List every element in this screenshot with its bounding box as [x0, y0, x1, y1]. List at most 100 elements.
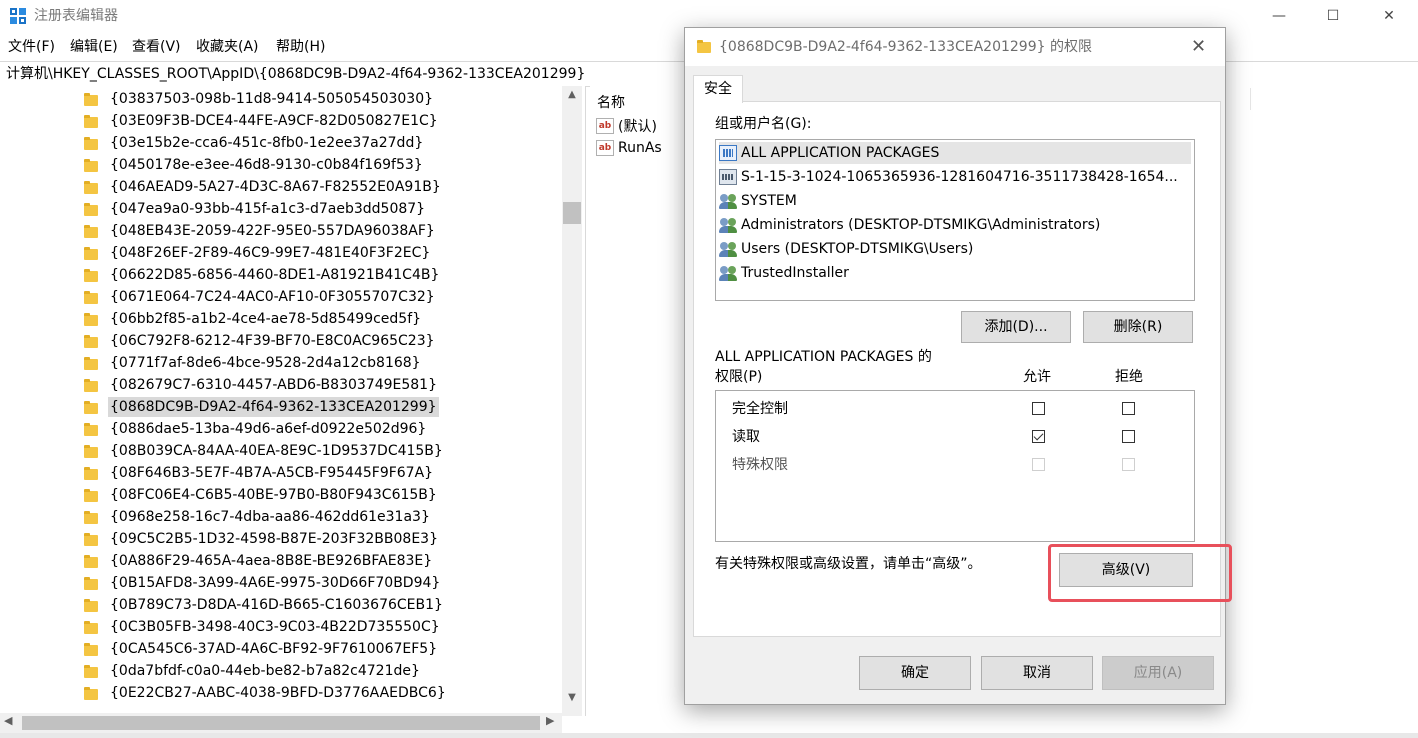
user-list-item[interactable]: ALL APPLICATION PACKAGES [719, 142, 1191, 164]
menu-file[interactable]: 文件(F) [8, 38, 55, 56]
tree-item[interactable]: {06bb2f85-a1b2-4ce4-ae78-5d85499ced5f} [84, 308, 423, 330]
folder-icon [84, 312, 98, 326]
add-button[interactable]: 添加(D)... [961, 311, 1071, 343]
tree-item[interactable]: {048EB43E-2059-422F-95E0-557DA96038AF} [84, 220, 437, 242]
tree-item[interactable]: {0B789C73-D8DA-416D-B665-C1603676CEB1} [84, 594, 445, 616]
menu-help[interactable]: 帮助(H) [276, 38, 325, 56]
tree-item[interactable]: {0671E064-7C24-4AC0-AF10-0F3055707C32} [84, 286, 437, 308]
group-or-user-label: 组或用户名(G): [715, 116, 812, 132]
user-list-item[interactable]: Users (DESKTOP-DTSMIKG\Users) [719, 238, 1191, 260]
deny-column-header: 拒绝 [1115, 369, 1143, 385]
tree-item[interactable]: {0C3B05FB-3498-40C3-9C03-4B22D735550C} [84, 616, 442, 638]
scroll-down-arrow-icon[interactable]: ▼ [562, 692, 582, 708]
menu-view[interactable]: 查看(V) [132, 38, 181, 56]
remove-button[interactable]: 删除(R) [1083, 311, 1193, 343]
user-list[interactable]: ALL APPLICATION PACKAGES S-1-15-3-1024-10… [715, 139, 1195, 301]
tree-item-label: {0da7bfdf-c0a0-44eb-be82-b7a82c4721de} [110, 663, 420, 679]
tree-item-label: {06bb2f85-a1b2-4ce4-ae78-5d85499ced5f} [110, 311, 422, 327]
tree-item[interactable]: {03837503-098b-11d8-9414-505054503030} [84, 88, 435, 110]
close-window-button[interactable]: ✕ [1366, 0, 1412, 32]
sid-icon [719, 169, 737, 185]
tree-item[interactable]: {03e15b2e-cca6-451c-8fb0-1e2ee37a27dd} [84, 132, 425, 154]
permissions-list: 完全控制 读取 特殊权限 [715, 390, 1195, 542]
tree-item[interactable]: {0A886F29-465A-4aea-8B8E-BE926BFAE83E} [84, 550, 434, 572]
tree-item[interactable]: {082679C7-6310-4457-ABD6-B8303749E581} [84, 374, 439, 396]
value-name: (默认) [618, 119, 657, 135]
folder-icon [84, 554, 98, 568]
tree-item-label: {0E22CB27-AABC-4038-9BFD-D3776AAEDBC6} [110, 685, 446, 701]
value-row-runas[interactable]: ab RunAs [596, 140, 662, 156]
menu-edit[interactable]: 编辑(E) [70, 38, 118, 56]
string-value-icon: ab [596, 118, 614, 134]
tree-item[interactable]: {0868DC9B-D9A2-4f64-9362-133CEA201299} [84, 396, 439, 418]
tree-item[interactable]: {0da7bfdf-c0a0-44eb-be82-b7a82c4721de} [84, 660, 422, 682]
user-list-item[interactable]: S-1-15-3-1024-1065365936-1281604716-3511… [719, 166, 1191, 188]
folder-icon [84, 268, 98, 282]
user-name: S-1-15-3-1024-1065365936-1281604716-3511… [741, 169, 1178, 185]
string-value-icon: ab [596, 140, 614, 156]
tree-item-label: {0771f7af-8de6-4bce-9528-2d4a12cb8168} [110, 355, 421, 371]
users-group-icon [719, 217, 737, 233]
tree-item[interactable]: {08FC06E4-C6B5-40BE-97B0-B80F943C615B} [84, 484, 439, 506]
tree-item[interactable]: {06C792F8-6212-4F39-BF70-E8C0AC965C23} [84, 330, 437, 352]
apply-button[interactable]: 应用(A) [1102, 656, 1214, 690]
column-header-name[interactable]: 名称 [597, 92, 625, 112]
tree-item-label: {0B15AFD8-3A99-4A6E-9975-30D66F70BD94} [110, 575, 441, 591]
scroll-right-arrow-icon[interactable]: ▶ [546, 714, 554, 727]
scroll-left-arrow-icon[interactable]: ◀ [4, 714, 12, 727]
tree-item[interactable]: {046AEAD9-5A27-4D3C-8A67-F82552E0A91B} [84, 176, 443, 198]
user-list-item[interactable]: SYSTEM [719, 190, 1191, 212]
tree-item[interactable]: {0886dae5-13ba-49d6-a6ef-d0922e502d96} [84, 418, 428, 440]
menu-favorites[interactable]: 收藏夹(A) [196, 38, 259, 56]
user-list-item[interactable]: Administrators (DESKTOP-DTSMIKG\Administ… [719, 214, 1191, 236]
folder-icon [84, 290, 98, 304]
folder-icon [84, 686, 98, 700]
cancel-button[interactable]: 取消 [981, 656, 1093, 690]
value-row-default[interactable]: ab (默认) [596, 116, 657, 136]
tree-item[interactable]: {048F26EF-2F89-46C9-99E7-481E40F3F2EC} [84, 242, 432, 264]
address-path[interactable]: 计算机\HKEY_CLASSES_ROOT\AppID\{0868DC9B-D9… [6, 65, 585, 83]
tree-item[interactable]: {09C5C2B5-1D32-4598-B87E-203F32BB08E3} [84, 528, 440, 550]
tree-scroll-thumb[interactable] [563, 202, 581, 224]
tree-item[interactable]: {08F646B3-5E7F-4B7A-A5CB-F95445F9F67A} [84, 462, 435, 484]
tree-item[interactable]: {08B039CA-84AA-40EA-8E9C-1D9537DC415B} [84, 440, 445, 462]
tree-item[interactable]: {0E22CB27-AABC-4038-9BFD-D3776AAEDBC6} [84, 682, 448, 704]
tree-vertical-scrollbar[interactable] [562, 86, 582, 716]
deny-checkbox[interactable] [1122, 402, 1135, 415]
minimize-button[interactable]: — [1256, 0, 1302, 32]
allow-column-header: 允许 [1023, 369, 1051, 385]
allow-checkbox[interactable] [1032, 430, 1045, 443]
tab-security[interactable]: 安全 [693, 75, 743, 103]
permissions-label: 权限(P) [715, 369, 763, 385]
tree-item[interactable]: {0771f7af-8de6-4bce-9528-2d4a12cb8168} [84, 352, 423, 374]
folder-icon [84, 598, 98, 612]
tree-hscroll-thumb[interactable] [22, 716, 540, 730]
tree-item-label: {0A886F29-465A-4aea-8B8E-BE926BFAE83E} [110, 553, 433, 569]
status-strip [0, 733, 1418, 738]
tree-item[interactable]: {0968e258-16c7-4dba-aa86-462dd61e31a3} [84, 506, 432, 528]
allow-checkbox [1032, 458, 1045, 471]
scroll-up-arrow-icon[interactable]: ▲ [562, 89, 582, 105]
user-list-item[interactable]: TrustedInstaller [719, 262, 1191, 284]
tree-item[interactable]: {047ea9a0-93bb-415f-a1c3-d7aeb3dd5087} [84, 198, 427, 220]
folder-icon [84, 356, 98, 370]
column-divider[interactable] [1250, 88, 1251, 110]
tree-item-label: {0886dae5-13ba-49d6-a6ef-d0922e502d96} [110, 421, 427, 437]
users-group-icon [719, 193, 737, 209]
folder-icon [84, 246, 98, 260]
deny-checkbox[interactable] [1122, 430, 1135, 443]
dialog-title: {0868DC9B-D9A2-4f64-9362-133CEA201299} 的… [719, 39, 1092, 55]
ok-button[interactable]: 确定 [859, 656, 971, 690]
tree-item[interactable]: {03E09F3B-DCE4-44FE-A9CF-82D050827E1C} [84, 110, 440, 132]
tree-item[interactable]: {0CA545C6-37AD-4A6C-BF92-9F7610067EF5} [84, 638, 439, 660]
tree-item[interactable]: {06622D85-6856-4460-8DE1-A81921B41C4B} [84, 264, 441, 286]
folder-icon [84, 92, 98, 106]
tree-item[interactable]: {0B15AFD8-3A99-4A6E-9975-30D66F70BD94} [84, 572, 442, 594]
maximize-button[interactable]: ☐ [1310, 0, 1356, 32]
folder-icon [84, 378, 98, 392]
dialog-close-button[interactable]: ✕ [1191, 36, 1206, 57]
tree-item-label: {08B039CA-84AA-40EA-8E9C-1D9537DC415B} [110, 443, 443, 459]
allow-checkbox[interactable] [1032, 402, 1045, 415]
folder-icon [84, 158, 98, 172]
tree-item[interactable]: {0450178e-e3ee-46d8-9130-c0b84f169f53} [84, 154, 425, 176]
